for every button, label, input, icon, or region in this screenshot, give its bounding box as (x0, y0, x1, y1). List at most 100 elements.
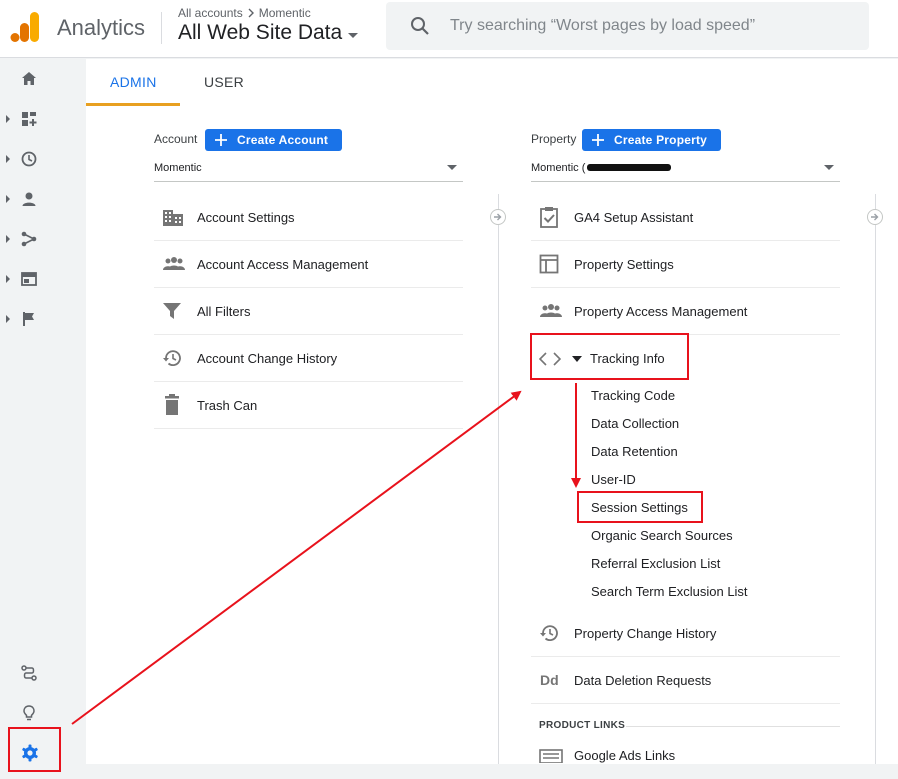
expand-arrow-icon (6, 115, 10, 123)
sub-item-data-retention[interactable]: Data Retention (591, 444, 678, 459)
property-select[interactable]: Momentic ( (531, 154, 840, 182)
breadcrumb-root[interactable]: All accounts (178, 6, 243, 20)
nav-audience[interactable] (0, 181, 60, 217)
menu-property-access-management[interactable]: Property Access Management (531, 288, 840, 335)
menu-all-filters[interactable]: All Filters (154, 288, 463, 335)
breadcrumb[interactable]: All accounts Momentic (178, 6, 311, 20)
admin-tabs: ADMIN USER (86, 59, 898, 106)
menu-account-access-management[interactable]: Account Access Management (154, 241, 463, 288)
dropdown-arrow-icon (447, 165, 457, 170)
search-bar[interactable] (386, 2, 869, 50)
breadcrumb-account[interactable]: Momentic (259, 6, 311, 20)
expand-arrow-icon (6, 195, 10, 203)
menu-label: All Filters (197, 303, 251, 319)
header-divider (161, 12, 162, 44)
menu-property-change-history[interactable]: Property Change History (531, 610, 840, 657)
analytics-logo-icon[interactable] (10, 12, 40, 44)
tab-user[interactable]: USER (204, 74, 244, 90)
sub-item-search-term-exclusion-list[interactable]: Search Term Exclusion List (591, 584, 748, 599)
sub-item-tracking-code[interactable]: Tracking Code (591, 388, 675, 403)
account-select[interactable]: Momentic (154, 154, 463, 182)
trash-icon (165, 394, 179, 415)
left-nav (0, 59, 86, 779)
column-divider (498, 194, 499, 764)
menu-label: GA4 Setup Assistant (574, 209, 694, 225)
collapse-property-button[interactable] (867, 209, 883, 225)
expand-arrow-icon (6, 315, 10, 323)
menu-trash-can[interactable]: Trash Can (154, 382, 463, 429)
product-links-header: PRODUCT LINKS (539, 720, 626, 731)
search-input[interactable] (448, 16, 848, 36)
history-icon (540, 625, 558, 642)
menu-label: Account Access Management (197, 256, 369, 272)
acquisition-icon (21, 231, 37, 247)
nav-home[interactable] (0, 61, 60, 97)
account-select-value: Momentic (154, 161, 202, 174)
lightbulb-icon (23, 705, 35, 721)
filter-icon (163, 303, 181, 319)
property-select-value: Momentic ( (531, 161, 586, 174)
nav-attribution[interactable] (0, 655, 60, 691)
behavior-icon (21, 272, 37, 286)
menu-label: Google Ads Links (574, 748, 676, 763)
clipboard-check-icon (540, 207, 558, 228)
view-picker[interactable]: All Web Site Data (178, 21, 359, 45)
nav-realtime[interactable] (0, 141, 60, 177)
ads-link-icon (539, 749, 563, 763)
sub-item-organic-search-sources[interactable]: Organic Search Sources (591, 528, 733, 543)
expand-arrow-icon (6, 275, 10, 283)
nav-acquisition[interactable] (0, 221, 60, 257)
history-icon (163, 350, 181, 367)
menu-data-deletion-requests[interactable]: Dd Data Deletion Requests (531, 657, 840, 704)
flag-icon (23, 312, 34, 326)
nav-behavior[interactable] (0, 261, 60, 297)
sub-item-data-collection[interactable]: Data Collection (591, 416, 679, 431)
highlight-tracking-info (530, 333, 689, 380)
highlight-admin-gear (8, 727, 61, 772)
people-icon (163, 257, 185, 270)
sub-item-user-id[interactable]: User-ID (591, 472, 636, 487)
property-label: Property (531, 132, 577, 146)
menu-account-change-history[interactable]: Account Change History (154, 335, 463, 382)
menu-label: Trash Can (197, 397, 258, 413)
building-icon (163, 210, 183, 226)
nav-discover[interactable] (0, 695, 60, 731)
nav-conversions[interactable] (0, 301, 60, 337)
people-icon (540, 304, 562, 317)
create-account-button[interactable]: Create Account (205, 129, 343, 151)
dd-icon: Dd (540, 672, 559, 688)
person-icon (22, 192, 36, 206)
section-divider (626, 726, 840, 727)
arrow-right-icon (871, 213, 879, 221)
menu-ga4-setup-assistant[interactable]: GA4 Setup Assistant (531, 194, 840, 241)
menu-label: Property Change History (574, 625, 717, 641)
create-property-button[interactable]: Create Property (582, 129, 722, 151)
menu-account-settings[interactable]: Account Settings (154, 194, 463, 241)
menu-google-ads-links[interactable]: Google Ads Links (531, 737, 840, 764)
clock-icon (21, 151, 37, 167)
sub-item-referral-exclusion-list[interactable]: Referral Exclusion List (591, 556, 720, 571)
create-account-label: Create Account (237, 133, 329, 147)
route-icon (21, 665, 37, 681)
dropdown-arrow-icon (824, 165, 834, 170)
account-label: Account (154, 132, 198, 146)
menu-label: Account Settings (197, 209, 295, 225)
menu-label: Property Access Management (574, 303, 748, 319)
redacted-property-id (587, 164, 672, 171)
menu-property-settings[interactable]: Property Settings (531, 241, 840, 288)
tab-admin[interactable]: ADMIN (110, 74, 157, 90)
column-divider (875, 194, 876, 764)
caret-down-icon (348, 32, 359, 38)
plus-icon (215, 134, 227, 146)
create-property-label: Create Property (614, 133, 708, 147)
search-icon (411, 17, 429, 35)
collapse-account-button[interactable] (490, 209, 506, 225)
top-app-bar: Analytics All accounts Momentic All Web … (0, 0, 898, 58)
menu-label: Property Settings (574, 256, 674, 272)
highlight-session-settings (577, 491, 703, 523)
admin-panel: Account Create Account Momentic Account … (86, 106, 898, 764)
nav-customization[interactable] (0, 101, 60, 137)
app-name: Analytics (57, 15, 146, 40)
chevron-right-icon (248, 8, 254, 18)
expand-arrow-icon (6, 155, 10, 163)
